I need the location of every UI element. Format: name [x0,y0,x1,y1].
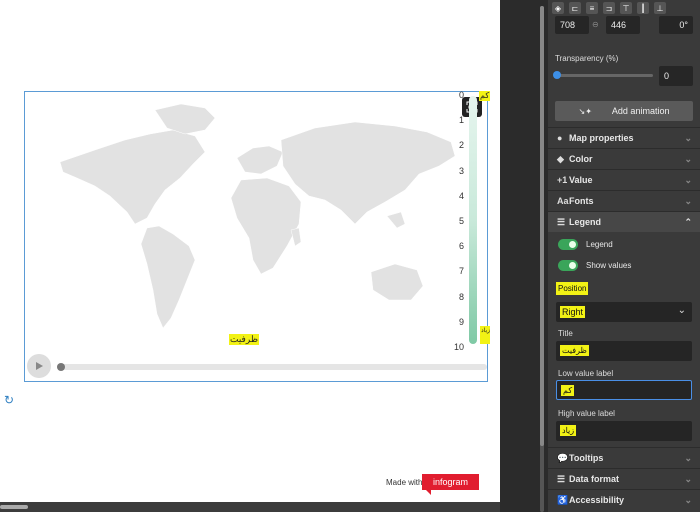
section-map-properties[interactable]: ● Map properties ⌄ [548,127,700,148]
made-with-text: Made with [386,478,423,487]
chevron-down-icon: ⌄ [684,473,692,484]
legend-tick-label: 0 [458,90,464,100]
low-value-label: Low value label [558,369,614,378]
accessibility-icon: ♿ [557,494,569,505]
add-animation-button[interactable]: ↘✦ Add animation [555,101,693,121]
legend-tick-label: 10 [453,342,464,352]
properties-panel: ◈ ⊏ ≡ ⊐ ⊤ ┃ ⊥ 708 ⊖ 446 0° Transparency … [548,0,700,512]
section-legend[interactable]: ☰ Legend ⌃ [548,211,700,232]
legend-high-label: زیاد [480,326,490,344]
map-legend-title: ظرفیت [229,334,259,345]
align-top-icon[interactable]: ⊤ [620,2,632,14]
legend-tick-label: 4 [458,190,464,201]
infogram-logo[interactable]: infogram [422,474,479,495]
chevron-down-icon: ⌄ [684,494,692,505]
align-right-icon[interactable]: ⊐ [603,2,615,14]
section-tooltips[interactable]: 💬 Tooltips ⌄ [548,447,700,468]
show-values-label: Show values [586,261,632,270]
horizontal-scrollbar[interactable] [0,502,500,512]
vertical-scrollbar-thumb[interactable] [540,6,544,446]
world-map [59,103,456,329]
speech-bubble-icon: 💬 [557,452,569,463]
map-chart[interactable]: 0 1 2 3 4 5 6 7 8 9 10 کم زیاد ظرفیت [24,90,491,382]
legend-color-scale [469,96,477,344]
chevron-down-icon: ⌄ [684,452,692,463]
section-data-format[interactable]: ☰ Data format ⌄ [548,468,700,489]
chevron-down-icon: ⌄ [684,132,692,143]
chevron-down-icon: ⌄ [677,305,686,316]
height-input[interactable]: 446 [606,16,640,34]
align-center-icon[interactable]: ≡ [586,2,598,14]
font-icon: Aa [557,196,569,206]
title-input[interactable]: ظرفیت [556,341,692,361]
link-icon[interactable]: ⊖ [592,20,599,29]
section-value[interactable]: +1 Value ⌄ [548,169,700,190]
rotation-input[interactable]: 0° [659,16,693,34]
align-toolbar: ◈ ⊏ ≡ ⊐ ⊤ ┃ ⊥ [552,2,666,16]
timeline-slider[interactable] [57,363,487,371]
chevron-down-icon: ⌄ [684,195,692,206]
paint-icon: ◆ [557,153,564,164]
legend-tick-label: 5 [458,216,464,226]
editor-canvas: 0 1 2 3 4 5 6 7 8 9 10 کم زیاد ظرفیت ↻ Made with i… [0,0,500,512]
chevron-down-icon: ⌄ [684,174,692,185]
legend-tick-label: 7 [458,266,464,277]
show-values-toggle[interactable] [558,260,578,271]
scrollbar-thumb[interactable] [0,505,28,509]
layers-icon[interactable]: ◈ [552,2,564,14]
width-input[interactable]: 708 [555,16,589,34]
show-values-toggle-row[interactable]: Show values [558,260,631,271]
refresh-icon[interactable]: ↻ [4,393,14,407]
transparency-slider-handle[interactable] [553,71,561,79]
position-label: Position [556,282,589,295]
timeline-handle[interactable] [57,363,65,371]
low-value-input[interactable]: کم [556,380,692,400]
section-accessibility[interactable]: ♿ Accessibility ⌄ [548,489,700,510]
align-bottom-icon[interactable]: ⊥ [654,2,666,14]
legend-tick-label: 1 [458,115,464,126]
legend-toggle-label: Legend [586,240,613,249]
add-animation-label: Add animation [611,106,670,116]
position-select[interactable]: Right ⌄ [556,302,692,322]
legend-tick-label: 6 [458,241,464,252]
transparency-slider[interactable] [553,71,653,79]
align-left-icon[interactable]: ⊏ [569,2,581,14]
legend-toggle[interactable] [558,239,578,250]
legend-toggle-row[interactable]: Legend [558,239,613,250]
legend-tick-label: 2 [458,140,464,151]
legend-tick-label: 3 [458,165,464,176]
transparency-label: Transparency (%) [555,54,619,63]
chevron-up-icon: ⌃ [684,216,692,227]
play-button[interactable] [27,354,51,378]
title-label: Title [558,329,573,338]
globe-icon: ● [557,133,563,143]
chevron-down-icon: ⌄ [684,153,692,164]
list-icon: ☰ [557,473,566,484]
plus-one-icon: +1 [557,175,568,185]
position-value: Right [560,306,586,318]
section-fonts[interactable]: Aa Fonts ⌄ [548,190,700,211]
align-middle-icon[interactable]: ┃ [637,2,649,14]
legend-tick-label: 9 [458,316,464,327]
list-icon: ☰ [557,216,566,227]
legend-tick-label: 8 [458,291,464,302]
high-value-input[interactable]: زیاد [556,421,692,441]
high-value-label: High value label [558,409,615,418]
legend-low-label: کم [479,91,491,101]
animation-icon: ↘✦ [578,106,592,116]
transparency-input[interactable]: 0 [659,66,693,86]
section-color[interactable]: ◆ Color ⌄ [548,148,700,169]
